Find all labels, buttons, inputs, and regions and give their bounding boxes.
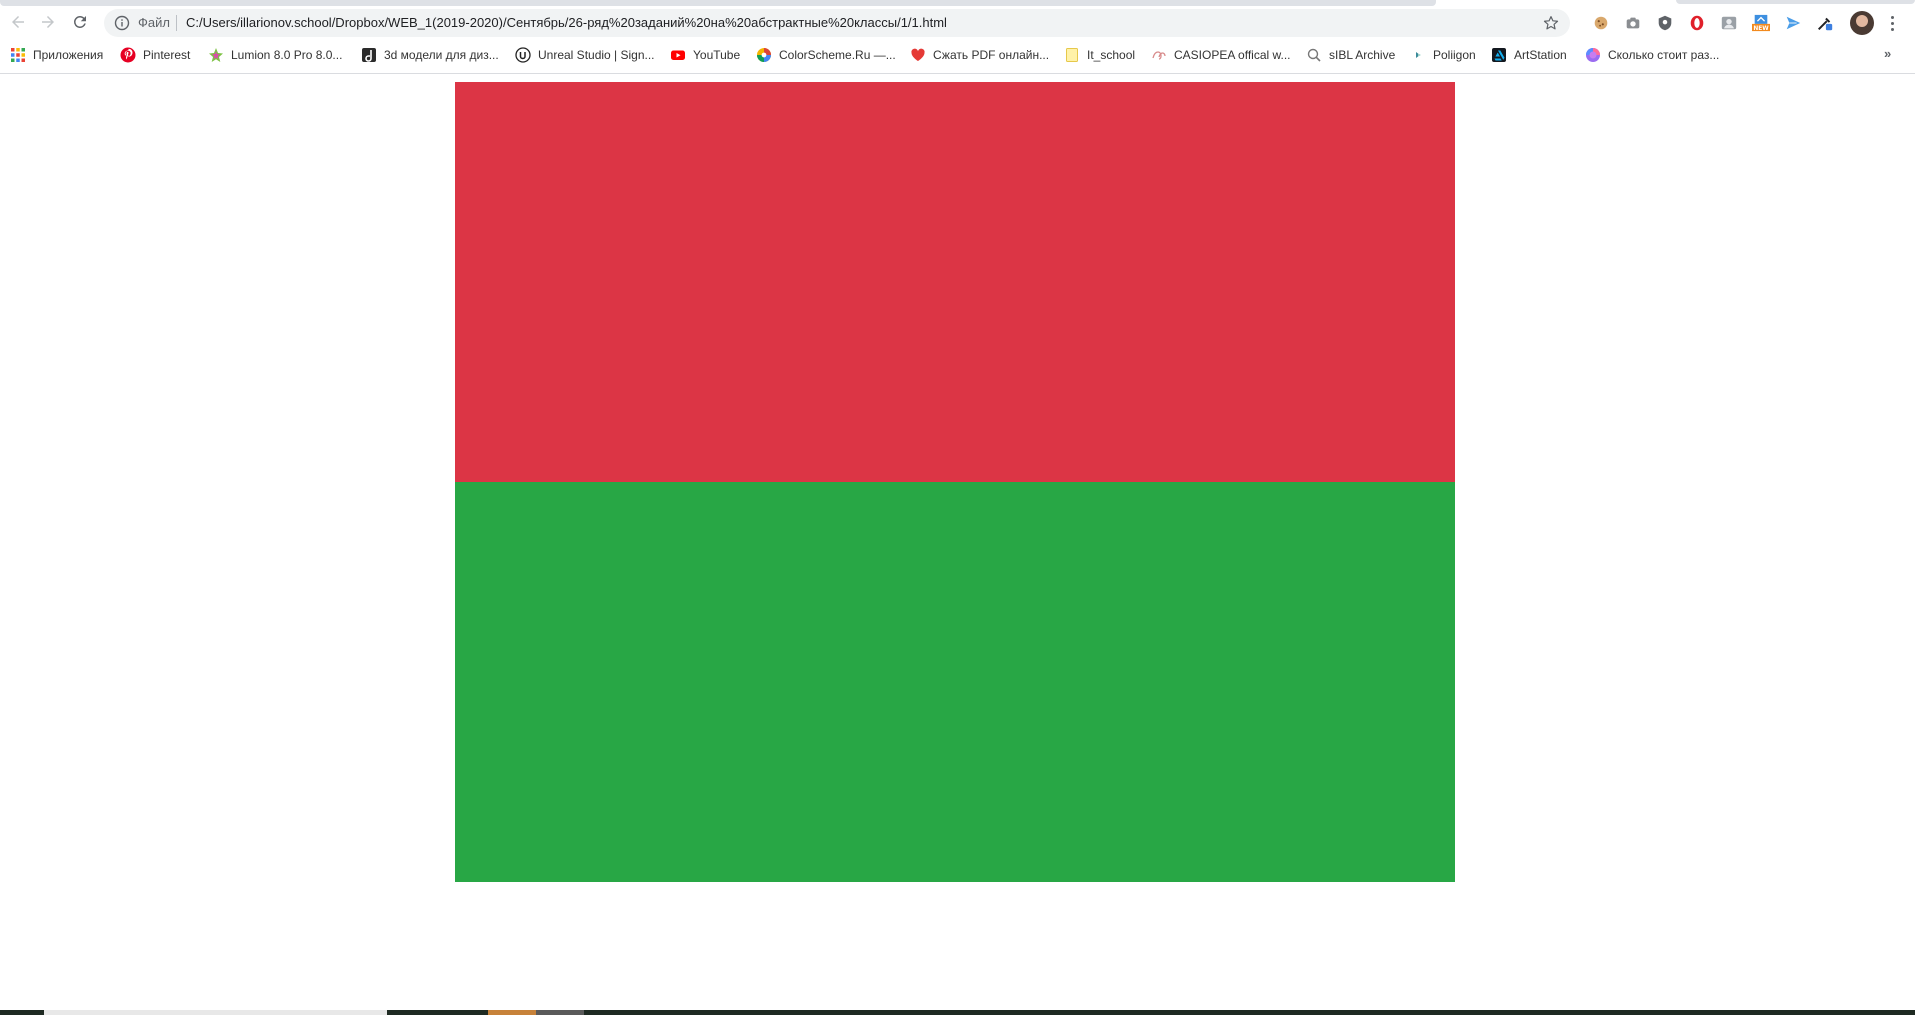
extension-camera-icon <box>1626 17 1640 29</box>
extension-opera-icon <box>1690 15 1704 31</box>
bookmark-label: Сколько стоит раз... <box>1608 48 1720 62</box>
omnibox-divider <box>176 15 177 31</box>
folder-icon <box>1064 47 1080 63</box>
bookmarks-overflow-button[interactable]: » <box>1884 46 1891 61</box>
bookmark-label: 3d модели для диз... <box>384 48 499 62</box>
colorscheme-icon <box>756 47 772 63</box>
pdf-heart-icon <box>910 47 926 63</box>
taskbar-item[interactable] <box>44 1010 387 1015</box>
bookmark-label: Unreal Studio | Sign... <box>538 48 655 62</box>
extension-person[interactable] <box>1719 13 1739 33</box>
sibl-icon <box>1306 47 1322 63</box>
bookmark-label: ColorScheme.Ru —... <box>779 48 896 62</box>
url-text[interactable]: C:/Users/illarionov.school/Dropbox/WEB_1… <box>186 15 947 30</box>
bookmark-colorscheme[interactable]: ColorScheme.Ru —... <box>756 43 896 67</box>
bookmark-poliigon[interactable]: Poliigon <box>1410 43 1476 67</box>
inactive-tab-edge[interactable] <box>1676 0 1915 4</box>
bookmark-sibl[interactable]: sIBL Archive <box>1306 43 1395 67</box>
extension-camera[interactable] <box>1623 13 1643 33</box>
bookmark-label: YouTube <box>693 48 741 62</box>
extension-shield[interactable] <box>1655 13 1675 33</box>
bookmark-pdf[interactable]: Сжать PDF онлайн... <box>910 43 1049 67</box>
toolbar: Файл C:/Users/illarionov.school/Dropbox/… <box>0 8 1915 38</box>
pinterest-icon <box>120 47 136 63</box>
extension-new-badge-icon: NEW <box>1752 14 1770 32</box>
bookmarks-bar: Приложения Pinterest Lumion 8.0 Pro 8.0.… <box>0 43 1915 67</box>
bookmark-apps[interactable]: Приложения <box>10 43 103 67</box>
bookmark-label: sIBL Archive <box>1329 48 1396 62</box>
bookmark-youtube[interactable]: YouTube <box>670 43 740 67</box>
bookmark-pinterest[interactable]: Pinterest <box>120 43 190 67</box>
green-block <box>455 482 1455 882</box>
extension-send-icon <box>1786 16 1801 30</box>
bookmark-casiopea[interactable]: CASIOPEA offical w... <box>1151 43 1291 67</box>
bookmark-artstation[interactable]: ArtStation <box>1491 43 1567 67</box>
poliigon-icon <box>1410 47 1426 63</box>
apps-grid-icon <box>10 47 26 63</box>
avatar[interactable] <box>1850 11 1874 35</box>
extension-picker[interactable] <box>1815 13 1835 33</box>
extension-opera[interactable] <box>1687 13 1707 33</box>
extension-shield-icon <box>1658 15 1672 31</box>
3d-models-icon <box>361 47 377 63</box>
active-tab-edge[interactable] <box>0 0 1436 6</box>
bookmark-label: Сжать PDF онлайн... <box>933 48 1050 62</box>
scheme-label: Файл <box>138 15 170 30</box>
taskbar-item[interactable] <box>488 1010 536 1015</box>
bookmark-unreal[interactable]: Unreal Studio | Sign... <box>515 43 655 67</box>
taskbar-item[interactable] <box>536 1010 584 1015</box>
lumion-icon <box>208 47 224 63</box>
extension-send[interactable] <box>1783 13 1803 33</box>
bookmark-lumion[interactable]: Lumion 8.0 Pro 8.0... <box>208 43 342 67</box>
arrow-right-icon <box>42 16 54 28</box>
extension-cookie[interactable] <box>1591 13 1611 33</box>
unreal-icon <box>515 47 531 63</box>
bookmark-3d-models[interactable]: 3d модели для диз... <box>361 43 499 67</box>
bookmark-label: Pinterest <box>143 48 191 62</box>
menu-icon[interactable] <box>1882 12 1902 34</box>
bookmark-cost[interactable]: Сколько стоит раз... <box>1585 43 1719 67</box>
extension-cookie-icon <box>1594 16 1608 30</box>
arrow-left-icon <box>12 16 24 28</box>
bookmark-label: CASIOPEA offical w... <box>1174 48 1291 62</box>
info-icon[interactable] <box>114 15 130 31</box>
tab-strip <box>0 0 1915 6</box>
browser-chrome: Файл C:/Users/illarionov.school/Dropbox/… <box>0 0 1915 74</box>
bookmark-label: ArtStation <box>1514 48 1567 62</box>
bookmark-label: Приложения <box>33 48 104 62</box>
forward-button[interactable] <box>34 8 62 36</box>
artstation-icon <box>1491 47 1507 63</box>
back-button[interactable] <box>4 8 32 36</box>
bookmark-label: It_school <box>1087 48 1136 62</box>
address-bar[interactable]: Файл C:/Users/illarionov.school/Dropbox/… <box>104 9 1570 37</box>
extension-picker-icon <box>1817 17 1833 31</box>
new-badge-text: NEW <box>1753 26 1769 32</box>
red-block <box>455 82 1455 482</box>
reload-icon <box>73 15 86 28</box>
casiopea-icon <box>1151 47 1167 63</box>
taskbar <box>0 1010 1915 1015</box>
bookmark-label: Poliigon <box>1433 48 1476 62</box>
bookmark-label: Lumion 8.0 Pro 8.0... <box>231 48 343 62</box>
bookmark-it-school[interactable]: It_school <box>1064 43 1135 67</box>
page-viewport <box>0 74 1915 1010</box>
extension-new-badge[interactable]: NEW <box>1751 13 1771 33</box>
star-icon[interactable] <box>1542 14 1560 32</box>
reload-button[interactable] <box>66 8 94 36</box>
globe-gradient-icon <box>1585 47 1601 63</box>
youtube-icon <box>670 47 686 63</box>
extension-person-icon <box>1721 16 1737 30</box>
